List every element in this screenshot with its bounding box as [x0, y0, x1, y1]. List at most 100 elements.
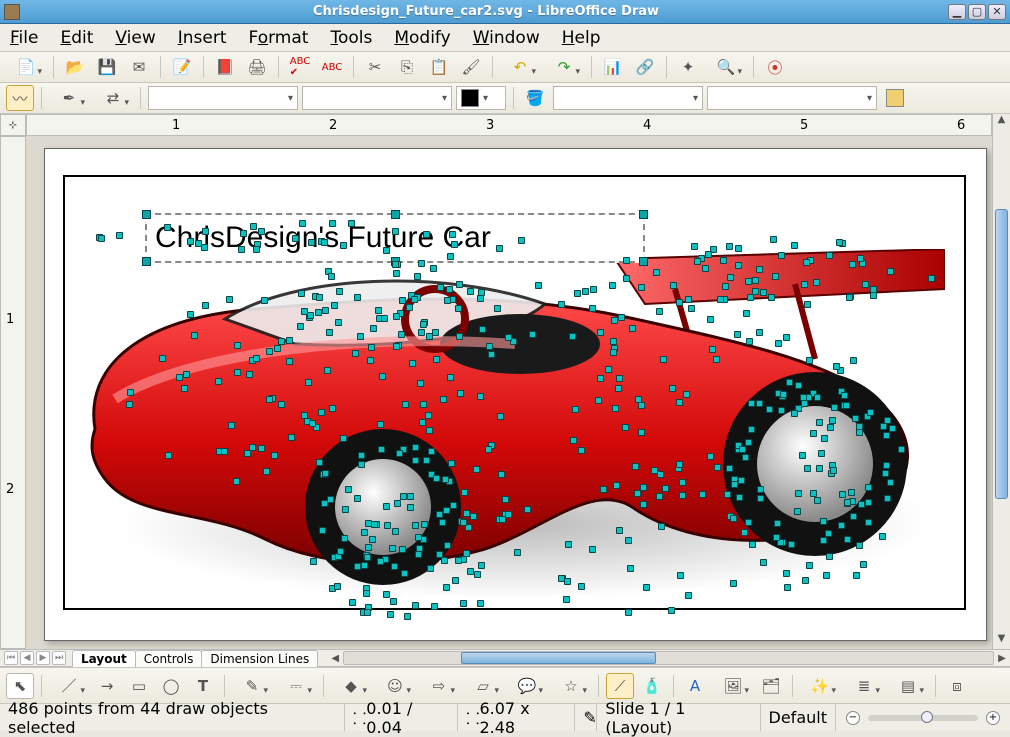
ellipse-tool[interactable]: ◯	[157, 673, 185, 699]
scroll-up-arrow-icon[interactable]: ▲	[993, 114, 1010, 130]
edit-points-button[interactable]: 〰	[6, 85, 34, 111]
tab-first-button[interactable]: ⏮	[4, 651, 18, 665]
extrusion-tool[interactable]: ⧈	[943, 673, 971, 699]
menu-format[interactable]: Format	[249, 28, 309, 48]
status-style[interactable]: Default	[761, 704, 836, 731]
arrow-end-tool[interactable]: →	[93, 673, 121, 699]
fill-style-dropdown[interactable]: ▾	[553, 86, 703, 110]
menu-help[interactable]: Help	[562, 28, 601, 48]
help-button[interactable]: ⦿	[761, 54, 789, 80]
drawing-canvas[interactable]: ChrisDesign's Future Car	[26, 136, 992, 649]
open-button[interactable]: 📂	[61, 54, 89, 80]
basic-shapes-tool[interactable]: ◆	[331, 673, 371, 699]
text-object[interactable]: ChrisDesign's Future Car	[145, 213, 645, 263]
menu-modify[interactable]: Modify	[394, 28, 450, 48]
line-color-button[interactable]: ✒	[49, 85, 89, 111]
close-button[interactable]: ✕	[988, 4, 1006, 20]
fontwork-tool[interactable]: A	[681, 673, 709, 699]
rectangle-tool[interactable]: ▭	[125, 673, 153, 699]
area-style-button[interactable]: 🪣	[521, 85, 549, 111]
line-style-dropdown[interactable]: ▾	[148, 86, 298, 110]
status-modified-icon: ✎	[575, 704, 597, 731]
save-button[interactable]: 💾	[93, 54, 121, 80]
menu-view[interactable]: View	[115, 28, 155, 48]
autospell-button[interactable]: ABC	[318, 54, 346, 80]
tab-controls[interactable]: Controls	[135, 650, 203, 667]
chart-button[interactable]: 📊	[599, 54, 627, 80]
paste-button[interactable]: 📋	[425, 54, 453, 80]
selection-handle[interactable]	[142, 257, 151, 266]
stars-tool[interactable]: ☆	[551, 673, 591, 699]
line-color-dropdown[interactable]: ▾	[456, 86, 506, 110]
navigator-button[interactable]: ✦	[674, 54, 702, 80]
line-width-dropdown[interactable]: ▾	[302, 86, 452, 110]
zoom-in-button[interactable]: +	[986, 711, 1000, 725]
selection-handle[interactable]	[391, 210, 400, 219]
copy-button[interactable]: ⎘	[393, 54, 421, 80]
arrow-style-button[interactable]: ⇄	[93, 85, 133, 111]
select-tool[interactable]: ⬉	[6, 673, 34, 699]
menu-insert[interactable]: Insert	[178, 28, 227, 48]
shadow-button[interactable]	[881, 85, 909, 111]
scroll-down-arrow-icon[interactable]: ▼	[993, 633, 1010, 649]
menu-edit[interactable]: Edit	[60, 28, 93, 48]
menu-file[interactable]: File	[10, 28, 38, 48]
tab-layout[interactable]: Layout	[72, 650, 136, 667]
block-arrows-tool[interactable]: ⇨	[419, 673, 459, 699]
scroll-right-arrow-icon[interactable]: ▶	[994, 653, 1010, 664]
menu-window[interactable]: Window	[473, 28, 540, 48]
arrange-tool[interactable]: ▤	[888, 673, 928, 699]
symbol-shapes-tool[interactable]: ☺	[375, 673, 415, 699]
cut-button[interactable]: ✂	[361, 54, 389, 80]
window-title: Chrisdesign_Future_car2.svg - LibreOffic…	[26, 4, 946, 19]
zoom-slider-knob[interactable]	[921, 711, 933, 723]
tab-prev-button[interactable]: ◀	[20, 651, 34, 665]
selection-handle[interactable]	[639, 210, 648, 219]
spellcheck-button[interactable]: ABC✔	[286, 54, 314, 80]
selection-handle[interactable]	[639, 257, 648, 266]
new-button[interactable]: 📄	[6, 54, 46, 80]
from-file-tool[interactable]: 🖼	[713, 673, 753, 699]
tab-next-button[interactable]: ▶	[36, 651, 50, 665]
undo-button[interactable]: ↶	[500, 54, 540, 80]
zoom-out-button[interactable]: −	[846, 711, 860, 725]
zoom-button[interactable]: 🔍	[706, 54, 746, 80]
flowcharts-tool[interactable]: ▱	[463, 673, 503, 699]
horizontal-scrollbar[interactable]: ◀ ▶	[327, 651, 1010, 665]
connector-tool[interactable]: ⎓	[276, 673, 316, 699]
effects-tool[interactable]: ✨	[800, 673, 840, 699]
menu-tools[interactable]: Tools	[330, 28, 372, 48]
fill-color-dropdown[interactable]: ▾	[707, 86, 877, 110]
curve-tool[interactable]: ✎	[232, 673, 272, 699]
gallery-tool[interactable]: 🗂	[757, 673, 785, 699]
vertical-scrollbar[interactable]: ▲ ▼	[992, 114, 1010, 649]
vscroll-thumb[interactable]	[995, 209, 1008, 499]
line-tool[interactable]: ／	[49, 673, 89, 699]
export-pdf-button[interactable]: 📕	[211, 54, 239, 80]
selection-handle[interactable]	[142, 210, 151, 219]
hscroll-thumb[interactable]	[461, 652, 656, 664]
alignment-tool[interactable]: ≣	[844, 673, 884, 699]
points-tool[interactable]: ⟋	[606, 673, 634, 699]
email-button[interactable]: ✉	[125, 54, 153, 80]
minimize-button[interactable]: ▁	[948, 4, 966, 20]
tab-dimension-lines[interactable]: Dimension Lines	[201, 650, 318, 667]
zoom-slider[interactable]	[868, 715, 978, 721]
car-drawing[interactable]	[75, 249, 945, 589]
hyperlink-button[interactable]: 🔗	[631, 54, 659, 80]
scroll-left-arrow-icon[interactable]: ◀	[327, 653, 343, 664]
format-paintbrush-button[interactable]: 🖌	[457, 54, 485, 80]
selection-handle[interactable]	[391, 257, 400, 266]
status-slide[interactable]: Slide 1 / 1 (Layout)	[597, 704, 760, 731]
glue-points-tool[interactable]: 🧴	[638, 673, 666, 699]
callouts-tool[interactable]: 💬	[507, 673, 547, 699]
ruler-corner[interactable]: ⊹	[0, 114, 26, 136]
horizontal-ruler[interactable]: 1 2 3 4 5 6	[26, 114, 992, 136]
maximize-button[interactable]: ▢	[968, 4, 986, 20]
tab-last-button[interactable]: ⏭	[52, 651, 66, 665]
print-button[interactable]: 🖨	[243, 54, 271, 80]
redo-button[interactable]: ↷	[544, 54, 584, 80]
text-tool[interactable]: T	[189, 673, 217, 699]
edit-file-button[interactable]: 📝	[168, 54, 196, 80]
vertical-ruler[interactable]: 1 2	[0, 136, 26, 649]
